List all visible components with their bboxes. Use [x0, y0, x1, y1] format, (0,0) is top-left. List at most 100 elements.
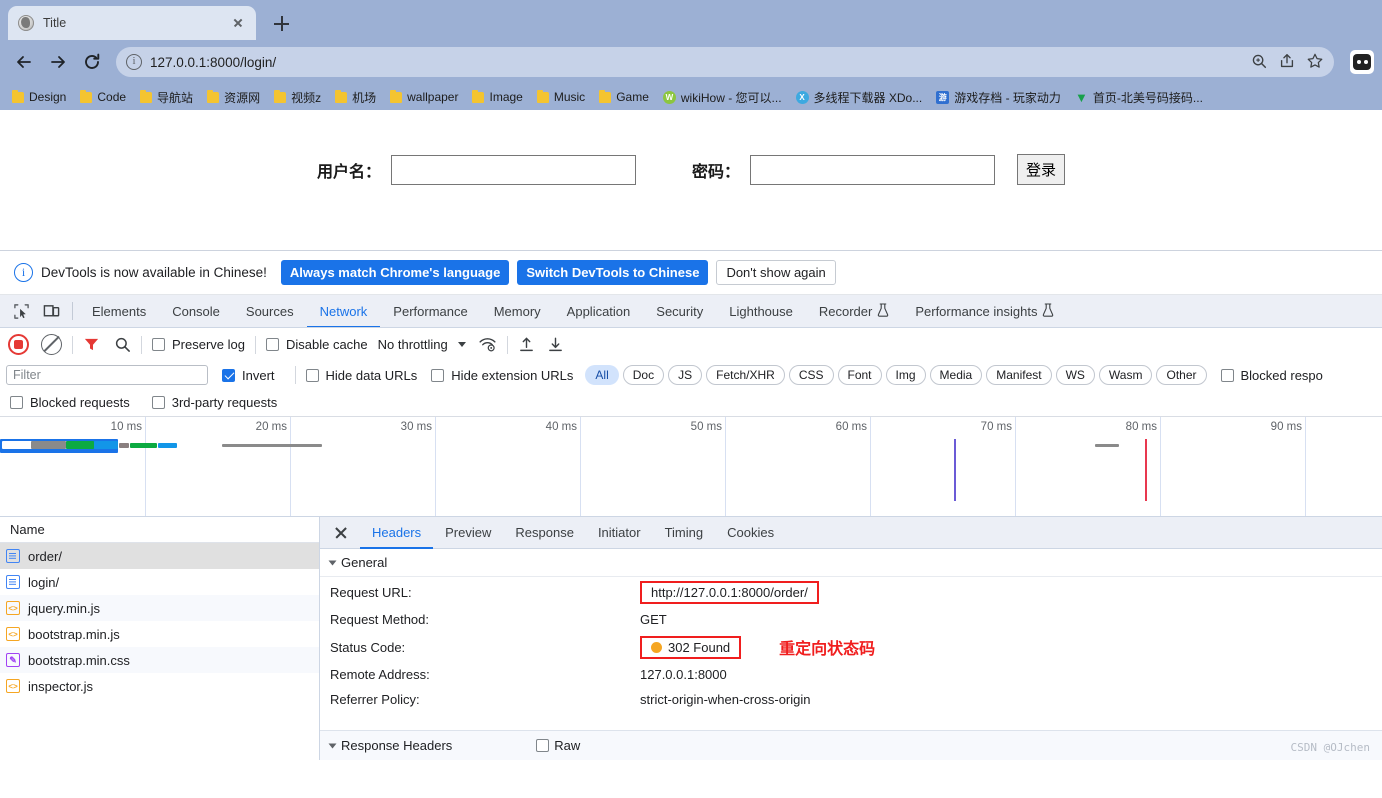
preserve-log-checkbox[interactable]: Preserve log — [152, 337, 245, 352]
table-row[interactable]: ✎ bootstrap.min.css — [0, 647, 319, 673]
table-row[interactable]: login/ — [0, 569, 319, 595]
detail-tab-preview[interactable]: Preview — [433, 517, 503, 549]
type-filter-ws[interactable]: WS — [1055, 365, 1095, 385]
type-filter-fetch-xhr[interactable]: Fetch/XHR — [706, 365, 785, 385]
throttling-select[interactable]: No throttling — [378, 337, 448, 352]
bookmark-item[interactable]: Code — [74, 88, 132, 106]
tab-sources[interactable]: Sources — [233, 295, 307, 327]
detail-tab-headers[interactable]: Headers — [360, 517, 433, 549]
info-circle-icon[interactable]: i — [126, 54, 142, 70]
raw-toggle[interactable]: Raw — [536, 738, 580, 753]
reload-icon[interactable] — [76, 46, 108, 78]
export-har-icon[interactable] — [547, 336, 564, 353]
chevron-down-icon[interactable] — [457, 342, 466, 347]
third-party-requests-checkbox[interactable]: 3rd-party requests — [151, 395, 277, 410]
tab-performance-insights[interactable]: Performance insights — [902, 295, 1067, 327]
always-match-language-button[interactable]: Always match Chrome's language — [280, 260, 510, 285]
table-row[interactable]: <> jquery.min.js — [0, 595, 319, 621]
tab-performance[interactable]: Performance — [380, 295, 480, 327]
type-filter-media[interactable]: Media — [929, 365, 983, 385]
checkbox-box[interactable] — [1220, 368, 1234, 382]
type-filter-js[interactable]: JS — [668, 365, 703, 385]
type-filter-img[interactable]: Img — [885, 365, 926, 385]
close-icon[interactable] — [230, 15, 246, 31]
share-icon[interactable] — [1278, 52, 1296, 73]
checkbox-box[interactable] — [265, 338, 279, 351]
record-stop-icon[interactable] — [8, 334, 29, 355]
tab-application[interactable]: Application — [554, 295, 644, 327]
table-row[interactable]: <> bootstrap.min.js — [0, 621, 319, 647]
bookmark-item[interactable]: 视频z — [268, 87, 327, 108]
bookmark-item[interactable]: 游游戏存档 - 玩家动力 — [930, 87, 1067, 108]
import-har-icon[interactable] — [518, 336, 535, 353]
bookmark-item[interactable]: Image — [466, 88, 528, 106]
switch-to-chinese-button[interactable]: Switch DevTools to Chinese — [517, 260, 709, 285]
inspect-element-icon[interactable] — [6, 297, 36, 325]
username-input[interactable] — [390, 154, 636, 185]
bookmark-item[interactable]: wallpaper — [384, 88, 464, 106]
request-list-header[interactable]: Name — [0, 517, 319, 543]
bookmark-item[interactable]: X 多线程下载器 XDo... — [790, 87, 929, 108]
dont-show-again-button[interactable]: Don't show again — [716, 260, 836, 285]
type-filter-other[interactable]: Other — [1156, 365, 1207, 385]
blocked-requests-checkbox[interactable]: Blocked requests — [10, 395, 130, 410]
browser-tab[interactable]: Title — [8, 6, 256, 40]
checkbox-box[interactable] — [151, 396, 165, 409]
bookmark-item[interactable]: 资源网 — [201, 87, 266, 108]
hide-extension-urls-checkbox[interactable]: Hide extension URLs — [431, 368, 573, 383]
invert-checkbox[interactable]: Invert — [222, 368, 275, 383]
blocked-responses-checkbox[interactable]: Blocked respo — [1220, 368, 1323, 383]
checkbox-box[interactable] — [536, 739, 550, 752]
bookmark-item[interactable]: Music — [531, 88, 591, 106]
funnel-icon[interactable] — [83, 336, 100, 353]
type-filter-wasm[interactable]: Wasm — [1098, 365, 1153, 385]
bookmark-item[interactable]: 导航站 — [134, 87, 199, 108]
tab-lighthouse[interactable]: Lighthouse — [716, 295, 806, 327]
table-row[interactable]: <> inspector.js — [0, 673, 319, 699]
detail-tab-initiator[interactable]: Initiator — [586, 517, 653, 549]
type-filter-css[interactable]: CSS — [788, 365, 834, 385]
network-overview-timeline[interactable]: 10 ms 20 ms 30 ms 40 ms 50 ms 60 ms 70 m… — [0, 417, 1382, 517]
detail-tab-cookies[interactable]: Cookies — [715, 517, 786, 549]
bookmark-item[interactable]: 机场 — [329, 87, 382, 108]
forward-icon[interactable] — [42, 46, 74, 78]
profile-avatar[interactable] — [1350, 50, 1374, 74]
bookmark-item[interactable]: WwikiHow - 您可以... — [657, 87, 788, 108]
login-button[interactable]: 登录 — [1017, 154, 1066, 185]
checkbox-box[interactable] — [152, 338, 165, 351]
checkbox-box[interactable] — [305, 368, 319, 382]
tab-network[interactable]: Network — [307, 295, 381, 327]
back-icon[interactable] — [8, 46, 40, 78]
tab-recorder[interactable]: Recorder — [806, 295, 902, 327]
password-input[interactable] — [750, 154, 995, 185]
new-tab-button[interactable] — [268, 9, 296, 37]
network-conditions-icon[interactable] — [478, 336, 497, 353]
device-toolbar-icon[interactable] — [36, 297, 66, 325]
general-section-header[interactable]: General — [320, 549, 1382, 577]
tab-console[interactable]: Console — [159, 295, 233, 327]
zoom-search-icon[interactable] — [1250, 52, 1268, 73]
clear-icon[interactable] — [41, 334, 62, 355]
type-filter-all[interactable]: All — [585, 365, 619, 385]
type-filter-manifest[interactable]: Manifest — [986, 365, 1052, 385]
type-filter-font[interactable]: Font — [837, 365, 882, 385]
checkbox-box[interactable] — [431, 368, 445, 382]
disable-cache-checkbox[interactable]: Disable cache — [265, 337, 368, 352]
tab-security[interactable]: Security — [643, 295, 716, 327]
address-bar[interactable]: i 127.0.0.1:8000/login/ — [116, 47, 1334, 77]
hide-data-urls-checkbox[interactable]: Hide data URLs — [305, 368, 417, 383]
type-filter-doc[interactable]: Doc — [622, 365, 665, 385]
tab-elements[interactable]: Elements — [79, 295, 159, 327]
star-icon[interactable] — [1306, 52, 1324, 73]
close-icon[interactable] — [328, 520, 354, 546]
search-icon[interactable] — [114, 336, 131, 353]
bookmark-item[interactable]: ▼ 首页-北美号码接码... — [1069, 87, 1209, 108]
bookmark-item[interactable]: Design — [6, 88, 72, 106]
tab-memory[interactable]: Memory — [481, 295, 554, 327]
detail-tab-response[interactable]: Response — [503, 517, 586, 549]
table-row[interactable]: order/ — [0, 543, 319, 569]
response-headers-section[interactable]: Response Headers Raw CSDN @OJchen — [320, 730, 1382, 760]
filter-input[interactable] — [6, 365, 208, 385]
checkbox-box[interactable] — [10, 396, 23, 409]
checkbox-box[interactable] — [222, 368, 235, 382]
